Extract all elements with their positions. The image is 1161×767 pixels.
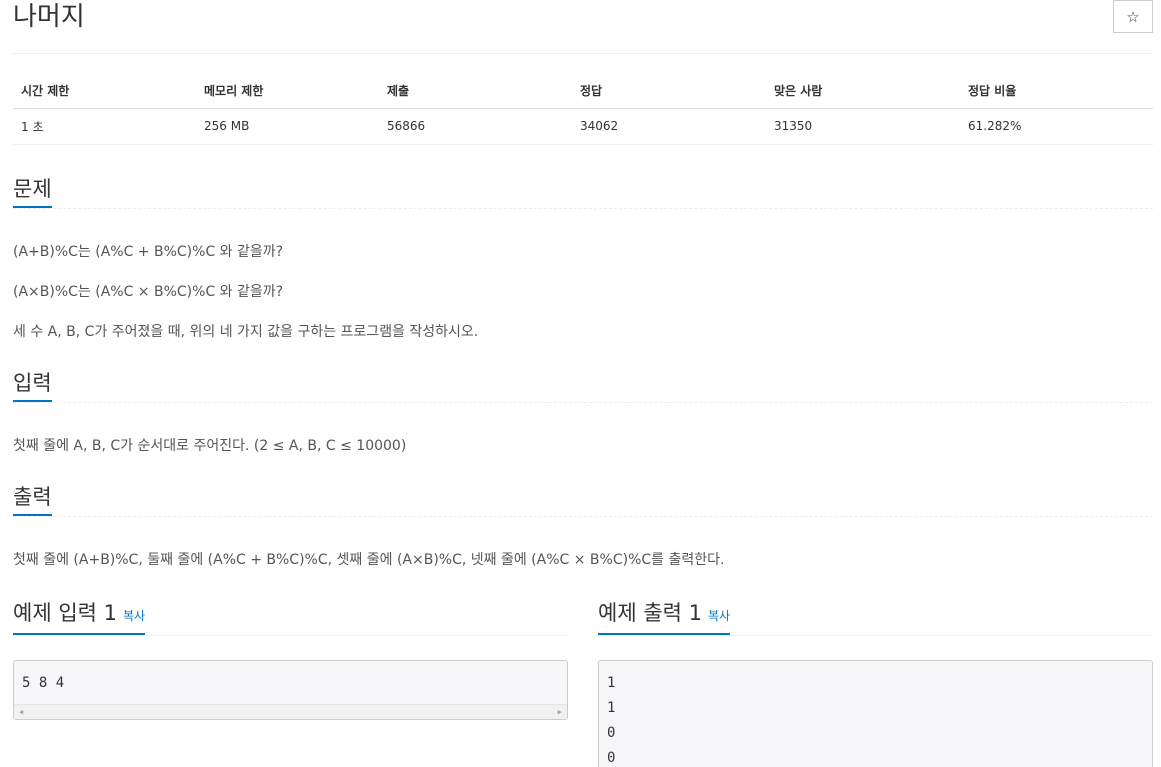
problem-line-1: (A+B)%C는 (A%C + B%C)%C 와 같을까?: [13, 244, 284, 260]
page-header: 나머지 ☆: [13, 0, 1153, 54]
problem-section-header: 문제: [13, 174, 1153, 209]
sample-input-title: 예제 입력 1: [13, 601, 117, 625]
accepted-value: 34062: [572, 108, 766, 145]
horizontal-scrollbar[interactable]: ◀ ▶: [14, 704, 567, 719]
problem-heading: 문제: [13, 174, 52, 208]
sample-input-box[interactable]: 5 8 4 ◀ ▶: [13, 660, 568, 720]
sample-output-title: 예제 출력 1: [598, 601, 702, 625]
scroll-right-icon[interactable]: ▶: [558, 708, 562, 716]
sample-output-heading: 예제 출력 1 복사: [598, 598, 731, 635]
table-row: 1 초 256 MB 56866 34062 31350 61.282%: [13, 108, 1153, 145]
submissions-value: 56866: [379, 108, 572, 145]
scroll-left-icon[interactable]: ◀: [19, 708, 23, 716]
copy-sample-output-button[interactable]: 복사: [708, 609, 730, 623]
output-section-header: 출력: [13, 482, 1153, 517]
table-header-row: 시간 제한 메모리 제한 제출 정답 맞은 사람 정답 비율: [13, 74, 1153, 109]
header-accepted: 정답: [572, 74, 766, 109]
problem-line-2: (A×B)%C는 (A%C × B%C)%C 와 같을까?: [13, 284, 284, 300]
accept-ratio-value: 61.282%: [960, 108, 1153, 145]
sample-input-content: 5 8 4: [22, 675, 65, 691]
header-memory-limit: 메모리 제한: [196, 74, 379, 109]
solved-users-value: 31350: [766, 108, 960, 145]
header-solved-users: 맞은 사람: [766, 74, 960, 109]
input-section-header: 입력: [13, 368, 1153, 403]
output-description: 첫째 줄에 (A+B)%C, 둘째 줄에 (A%C + B%C)%C, 셋째 줄…: [13, 552, 725, 568]
star-icon: ☆: [1126, 7, 1140, 26]
header-submissions: 제출: [379, 74, 572, 109]
sample-output-header: 예제 출력 1 복사: [598, 598, 1153, 636]
page-title: 나머지: [13, 2, 85, 32]
output-heading: 출력: [13, 482, 52, 516]
header-accept-ratio: 정답 비율: [960, 74, 1153, 109]
time-limit-value: 1 초: [13, 108, 196, 145]
problem-line-3: 세 수 A, B, C가 주어졌을 때, 위의 네 가지 값을 구하는 프로그램…: [13, 324, 479, 340]
input-description: 첫째 줄에 A, B, C가 순서대로 주어진다. (2 ≤ A, B, C ≤…: [13, 438, 407, 454]
sample-input-heading: 예제 입력 1 복사: [13, 598, 146, 635]
sample-output-content: 1 1 0 0: [607, 675, 616, 766]
star-button[interactable]: ☆: [1113, 0, 1153, 33]
sample-output-box[interactable]: 1 1 0 0: [598, 660, 1153, 767]
header-time-limit: 시간 제한: [13, 74, 196, 109]
input-heading: 입력: [13, 368, 52, 402]
copy-sample-input-button[interactable]: 복사: [123, 609, 145, 623]
problem-info-table: 시간 제한 메모리 제한 제출 정답 맞은 사람 정답 비율 1 초 256 M…: [13, 74, 1153, 145]
sample-input-header: 예제 입력 1 복사: [13, 598, 568, 636]
memory-limit-value: 256 MB: [196, 108, 379, 145]
